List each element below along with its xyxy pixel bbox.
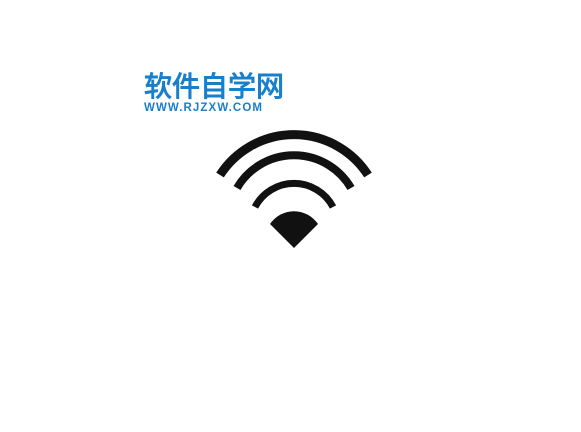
watermark-url: WWW.RJZXW.COM <box>144 102 264 114</box>
canvas: 软件自学网 WWW.RJZXW.COM <box>0 0 581 432</box>
wifi-inner-arc <box>251 179 337 209</box>
wifi-icon <box>216 130 372 248</box>
wifi-center-dot <box>270 211 318 248</box>
watermark-title: 软件自学网 <box>144 70 285 103</box>
watermark-logo: 软件自学网 WWW.RJZXW.COM <box>144 72 294 115</box>
